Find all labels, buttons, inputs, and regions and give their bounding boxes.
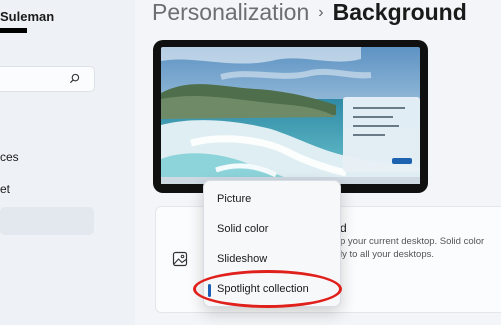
wallpaper-image: [161, 47, 420, 184]
settings-search-input[interactable]: [0, 66, 95, 92]
preview-window-line: [353, 134, 385, 136]
breadcrumb-parent[interactable]: Personalization: [152, 0, 309, 25]
sidebar-item-devices[interactable]: ces: [0, 150, 19, 164]
card-description: p your current desktop. Solid color ly t…: [340, 236, 485, 260]
preview-window-line: [353, 125, 399, 127]
preview-window-line: [353, 107, 405, 109]
selected-indicator: [208, 284, 211, 297]
search-icon: [69, 73, 80, 84]
sidebar: Suleman ces et: [0, 0, 135, 325]
dropdown-option-spotlight-collection[interactable]: Spotlight collection: [217, 283, 309, 295]
background-type-dropdown[interactable]: Picture Solid color Slideshow Spotlight …: [203, 180, 341, 307]
dropdown-option-slideshow[interactable]: Slideshow: [217, 253, 267, 265]
breadcrumb: Personalization › Background: [152, 0, 467, 26]
card-title: d: [340, 221, 347, 235]
user-name: Suleman: [0, 9, 55, 24]
redacted-user-email: [0, 28, 27, 33]
breadcrumb-separator-icon: ›: [318, 4, 324, 21]
preview-window-line: [353, 116, 393, 118]
page-title: Background: [332, 0, 467, 25]
dropdown-option-picture[interactable]: Picture: [217, 193, 251, 205]
preview-window-button: [392, 158, 412, 164]
picture-icon: [172, 251, 188, 267]
dropdown-option-solid-color[interactable]: Solid color: [217, 223, 268, 235]
preview-window: [343, 97, 420, 172]
desktop-preview: [153, 40, 428, 193]
sidebar-item-personalization[interactable]: [0, 207, 94, 235]
sidebar-item-network-internet[interactable]: et: [0, 182, 10, 196]
